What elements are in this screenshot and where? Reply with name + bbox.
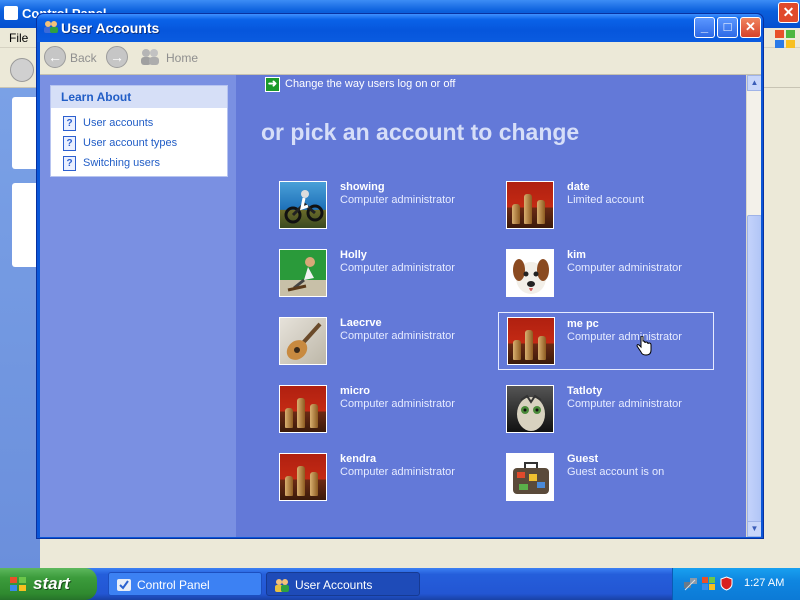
windows-flag-icon	[10, 577, 26, 591]
navigation-bar: ← Back → Home	[40, 42, 761, 75]
minimize-button[interactable]: _	[694, 17, 715, 38]
account-picture-chess	[507, 317, 555, 365]
control-panel-back-icon[interactable]	[10, 58, 34, 82]
account-picture-guitar	[279, 317, 327, 365]
scroll-up-icon[interactable]: ▲	[747, 75, 761, 91]
content-area: Learn About ? User accounts ? User accou…	[40, 75, 761, 537]
network-icon[interactable]	[683, 576, 698, 591]
account-name: micro	[340, 385, 370, 397]
taskbar-item-control-panel[interactable]: Control Panel	[108, 572, 262, 596]
account-picture-motocross	[279, 181, 327, 229]
account-name: date	[567, 181, 590, 193]
learn-item-label: User accounts	[83, 117, 154, 129]
green-arrow-icon: ➜	[265, 77, 280, 92]
learn-about-box: Learn About ? User accounts ? User accou…	[50, 85, 228, 177]
account-name: kendra	[340, 453, 377, 465]
window-title: User Accounts	[61, 20, 160, 36]
clock[interactable]: 1:27 AM	[744, 577, 784, 589]
control-panel-icon	[117, 579, 131, 591]
menu-file[interactable]: File	[9, 31, 28, 45]
learn-item-label: Switching users	[83, 157, 161, 169]
start-button[interactable]: start	[0, 568, 97, 600]
account-picture-chess	[279, 385, 327, 433]
account-tile-kim[interactable]: kim Computer administrator	[506, 249, 722, 307]
account-picture-chess	[506, 181, 554, 229]
users-icon	[44, 21, 58, 33]
close-button[interactable]: ✕	[740, 17, 761, 38]
user-accounts-window: User Accounts _ □ ✕ ← Back → Home Learn …	[36, 13, 764, 539]
maximize-button[interactable]: □	[717, 17, 738, 38]
back-label[interactable]: Back	[70, 51, 97, 65]
account-tile-holly[interactable]: Holly Computer administrator	[279, 249, 495, 307]
learn-about-title: Learn About	[61, 90, 132, 104]
account-type: Computer administrator	[340, 398, 455, 410]
help-icon: ?	[63, 156, 76, 171]
account-name: me pc	[567, 318, 599, 330]
window-titlebar[interactable]: User Accounts _ □ ✕	[37, 14, 763, 42]
taskbar: start Control Panel User Accounts 1:27 A…	[0, 568, 800, 600]
task-pane: Learn About ? User accounts ? User accou…	[40, 75, 236, 537]
account-type: Computer administrator	[567, 331, 682, 343]
account-tile-kendra[interactable]: kendra Computer administrator	[279, 453, 495, 511]
scroll-down-icon[interactable]: ▼	[747, 521, 761, 537]
account-picture-skateboarder	[279, 249, 327, 297]
change-logon-label: Change the way users log on or off	[285, 78, 456, 90]
users-icon	[275, 579, 289, 592]
account-picture-cat	[506, 385, 554, 433]
home-users-icon[interactable]	[139, 47, 161, 67]
learn-about-header: Learn About	[51, 86, 227, 108]
taskbar-item-label: User Accounts	[295, 578, 373, 592]
help-icon: ?	[63, 136, 76, 151]
help-icon: ?	[63, 116, 76, 131]
account-name: Holly	[340, 249, 367, 261]
account-tile-laecrve[interactable]: Laecrve Computer administrator	[279, 317, 495, 375]
account-tile-date[interactable]: date Limited account	[506, 181, 722, 239]
account-type: Computer administrator	[340, 194, 455, 206]
learn-item-label: User account types	[83, 137, 178, 149]
account-picture-suitcase	[506, 453, 554, 501]
account-type: Computer administrator	[340, 466, 455, 478]
start-label: start	[33, 574, 70, 593]
account-picture-dog	[506, 249, 554, 297]
vertical-scrollbar[interactable]: ▲ ▼	[746, 75, 761, 537]
home-label[interactable]: Home	[166, 51, 198, 65]
account-type: Computer administrator	[340, 330, 455, 342]
account-name: kim	[567, 249, 586, 261]
account-tile-guest[interactable]: Guest Guest account is on	[506, 453, 722, 511]
account-type: Computer administrator	[567, 398, 682, 410]
taskbar-item-user-accounts[interactable]: User Accounts	[266, 572, 420, 596]
account-name: Laecrve	[340, 317, 382, 329]
taskbar-item-label: Control Panel	[137, 578, 210, 592]
forward-arrow-icon[interactable]: →	[106, 46, 128, 68]
account-tile-tatloty[interactable]: Tatloty Computer administrator	[506, 385, 722, 443]
account-name: Guest	[567, 453, 599, 465]
account-name: showing	[340, 181, 385, 193]
account-type: Computer administrator	[567, 262, 682, 274]
shield-icon[interactable]	[719, 576, 734, 591]
control-panel-icon	[4, 6, 18, 20]
scroll-thumb[interactable]	[747, 215, 761, 525]
account-name: Tatloty	[567, 385, 603, 397]
account-type: Computer administrator	[340, 262, 455, 274]
control-panel-close-button[interactable]: ✕	[778, 2, 799, 23]
account-tile-me-pc[interactable]: me pc Computer administrator	[498, 312, 714, 370]
page-heading: or pick an account to change	[261, 119, 580, 145]
hand-cursor-icon	[636, 336, 652, 356]
account-picture-chess	[279, 453, 327, 501]
account-tile-micro[interactable]: micro Computer administrator	[279, 385, 495, 443]
security-center-icon[interactable]	[701, 576, 716, 591]
account-type: Guest account is on	[567, 466, 665, 478]
account-type: Limited account	[567, 194, 645, 206]
back-arrow-icon[interactable]: ←	[44, 46, 66, 68]
system-tray: 1:27 AM	[672, 568, 800, 600]
account-tile-showing[interactable]: showing Computer administrator	[279, 181, 495, 239]
